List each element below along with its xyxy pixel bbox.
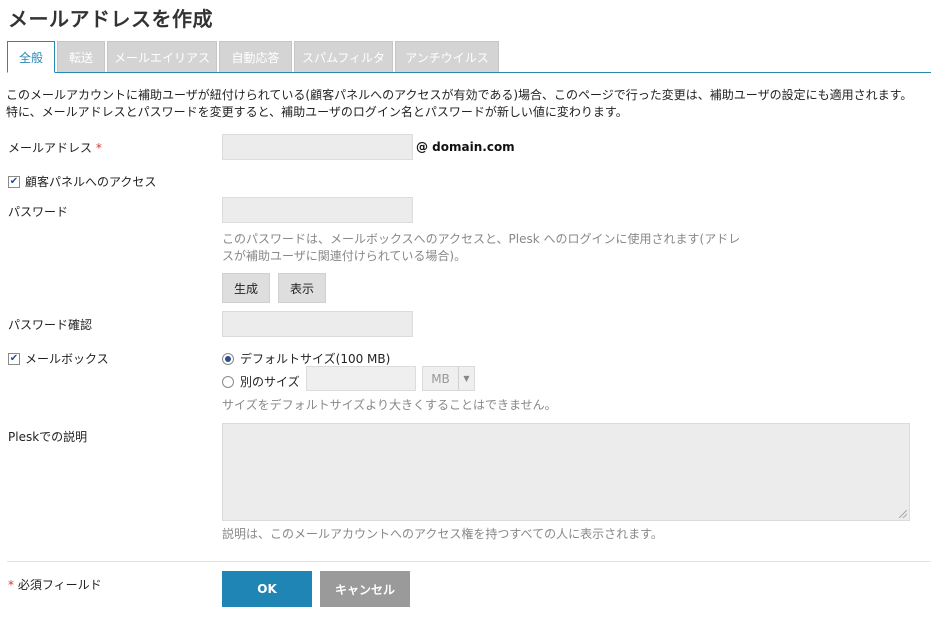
required-fields-label: 必須フィールド [17, 578, 102, 592]
password-input[interactable] [222, 197, 413, 223]
form-divider [7, 561, 931, 562]
resize-grip-icon[interactable] [899, 510, 907, 518]
custom-size-input[interactable] [306, 366, 416, 391]
password-hint-line-2: スが補助ユーザに関連付けられている場合)。 [222, 249, 467, 263]
tab-antivirus[interactable]: アンチウイルス [395, 41, 499, 72]
confirm-password-label: パスワード確認 [8, 318, 93, 332]
tab-spam-filter[interactable]: スパムフィルタ [294, 41, 393, 72]
sub-user-notice: このメールアカウントに補助ユーザが紐付けられている(顧客パネルへのアクセスが有効… [6, 87, 936, 121]
password-hint: このパスワードは、メールボックスへのアクセスと、Plesk へのログインに使用さ… [222, 231, 740, 265]
mailbox-label: メールボックス [25, 352, 109, 366]
email-input[interactable] [222, 134, 413, 160]
tab-auto-reply[interactable]: 自動応答 [219, 41, 292, 72]
generate-password-button[interactable]: 生成 [222, 273, 270, 303]
customer-panel-access-checkbox[interactable]: ✔ [8, 175, 20, 188]
description-label: Pleskでの説明 [8, 430, 88, 444]
size-hint: サイズをデフォルトサイズより大きくすることはできません。 [222, 398, 557, 412]
description-hint: 説明は、このメールアカウントへのアクセス権を持つすべての人に表示されます。 [222, 527, 663, 541]
confirm-password-input[interactable] [222, 311, 413, 337]
mailbox-row[interactable]: ✔ メールボックス [8, 350, 109, 367]
size-unit-value: MB [431, 371, 450, 386]
required-fields-note: * 必須フィールド [8, 576, 102, 593]
tab-forwarding[interactable]: 転送 [57, 41, 105, 72]
domain-suffix: @ domain.com [416, 140, 515, 154]
mailbox-checkbox[interactable]: ✔ [8, 352, 20, 365]
size-unit-select[interactable]: MB ▼ [422, 366, 475, 391]
tab-general[interactable]: 全般 [7, 41, 55, 73]
custom-size-label: 別のサイズ [240, 375, 300, 389]
page-title: メールアドレスを作成 [8, 7, 213, 31]
notice-line-2: 特に、メールアドレスとパスワードを変更すると、補助ユーザのログイン名とパスワード… [6, 105, 628, 119]
chevron-down-icon: ▼ [458, 367, 474, 390]
email-label-text: メールアドレス [8, 141, 93, 155]
custom-size-radio[interactable] [222, 375, 234, 388]
tab-bar: 全般 転送 メールエイリアス 自動応答 スパムフィルタ アンチウイルス [7, 41, 931, 73]
description-textarea[interactable] [222, 423, 910, 521]
customer-panel-access-label: 顧客パネルへのアクセス [25, 175, 157, 189]
cancel-button[interactable]: キャンセル [320, 571, 410, 607]
show-password-button[interactable]: 表示 [278, 273, 326, 303]
required-mark: * [95, 141, 102, 155]
customer-panel-access-row[interactable]: ✔ 顧客パネルへのアクセス [8, 173, 156, 190]
custom-size-option[interactable]: 別のサイズ [222, 373, 300, 390]
required-fields-mark: * [8, 578, 14, 592]
default-size-label: デフォルトサイズ(100 MB) [240, 352, 391, 366]
ok-button[interactable]: OK [222, 571, 312, 607]
email-label: メールアドレス * [8, 139, 102, 156]
default-size-radio[interactable] [222, 352, 234, 365]
password-label: パスワード [8, 205, 69, 219]
default-size-option[interactable]: デフォルトサイズ(100 MB) [222, 350, 390, 367]
notice-line-1: このメールアカウントに補助ユーザが紐付けられている(顧客パネルへのアクセスが有効… [6, 88, 913, 102]
password-hint-line-1: このパスワードは、メールボックスへのアクセスと、Plesk へのログインに使用さ… [222, 232, 741, 246]
tab-mail-aliases[interactable]: メールエイリアス [107, 41, 217, 72]
